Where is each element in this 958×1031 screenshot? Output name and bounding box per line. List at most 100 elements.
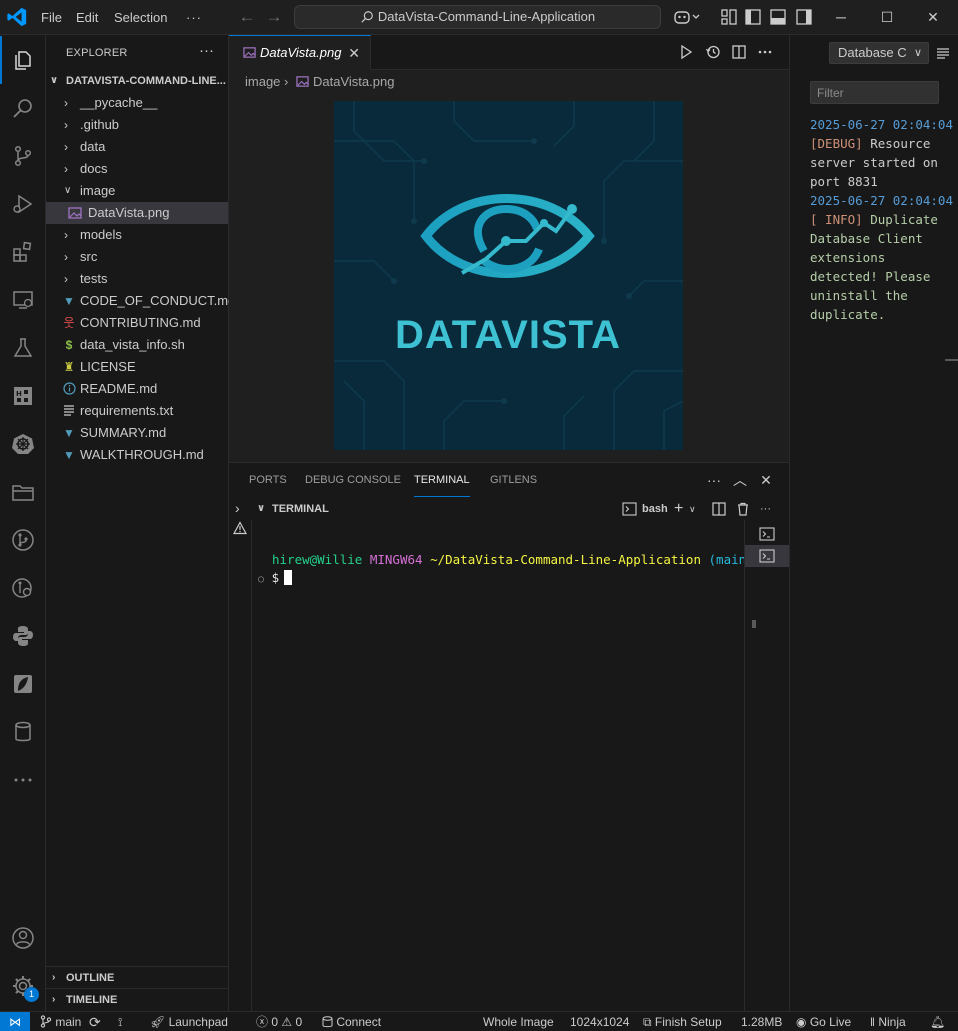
maximize-icon[interactable]: ☐ xyxy=(864,0,910,35)
database-client-icon[interactable] xyxy=(0,708,46,756)
shell-name[interactable]: bash xyxy=(642,498,668,520)
timeline-section[interactable]: › TIMELINE xyxy=(46,988,229,1010)
go-live-status[interactable]: ◉ Go Live xyxy=(796,1012,851,1031)
tree-item-tests[interactable]: › tests xyxy=(46,268,228,290)
launchpad-status[interactable]: 🚀︎ Launchpad xyxy=(150,1012,228,1031)
explorer-icon[interactable] xyxy=(0,36,46,84)
testing-icon[interactable] xyxy=(0,324,46,372)
timeline-history-icon[interactable] xyxy=(705,44,721,60)
menu-file[interactable]: File xyxy=(39,0,64,35)
toggle-panel-icon[interactable] xyxy=(769,8,787,26)
terminal-more-icon[interactable]: ··· xyxy=(760,498,771,520)
tree-item-license[interactable]: ♜ LICENSE xyxy=(46,356,228,378)
docker-icon[interactable]: H xyxy=(0,372,46,420)
close-window-icon[interactable]: ✕ xyxy=(910,0,956,35)
chevron-right-icon[interactable]: › xyxy=(235,500,240,516)
warning-icon[interactable] xyxy=(233,521,247,535)
ninja-status[interactable]: ǁ Ninja xyxy=(870,1012,906,1031)
tab-datavista-png[interactable]: DataVista.png ✕ xyxy=(229,35,371,70)
close-panel-icon[interactable]: ✕ xyxy=(758,472,774,488)
tab-gitlens[interactable]: GITLENS xyxy=(490,463,537,497)
terminal-output[interactable]: hirew@Willie MINGW64 ~/DataVista-Command… xyxy=(251,520,756,1012)
tree-item-datavista-png[interactable]: DataVista.png xyxy=(46,202,228,224)
tree-item-contributing[interactable]: 웃 CONTRIBUTING.md xyxy=(46,312,228,334)
vscode-logo-icon[interactable] xyxy=(6,6,28,28)
menu-more-icon[interactable]: ··· xyxy=(184,0,204,35)
terminal-instance-1[interactable] xyxy=(745,523,789,545)
remote-explorer-icon[interactable] xyxy=(0,276,46,324)
toggle-secondary-sidebar-icon[interactable] xyxy=(795,8,813,26)
new-terminal-plus-icon[interactable]: + xyxy=(674,498,683,520)
output-channel-select[interactable]: Database C ∨ xyxy=(829,42,929,64)
branch-status[interactable]: main xyxy=(40,1012,81,1031)
tab-debug-console[interactable]: DEBUG CONSOLE xyxy=(305,463,401,497)
output-filter-input[interactable] xyxy=(810,81,939,104)
finish-setup-status[interactable]: ⧉ Finish Setup xyxy=(643,1012,722,1031)
gitlens-inspect-icon[interactable] xyxy=(0,564,46,612)
problems-status[interactable]: ⓧ 0 ⚠ 0 xyxy=(256,1012,302,1031)
more-views-icon[interactable] xyxy=(0,756,46,804)
gitlens-icon[interactable] xyxy=(0,516,46,564)
workspace-root[interactable]: ∨ DATAVISTA-COMMAND-LINE... xyxy=(46,70,229,92)
maximize-panel-chevron-up-icon[interactable]: ︿ xyxy=(732,472,748,488)
chevron-down-icon[interactable]: ∨ xyxy=(257,498,265,520)
terminal-instance-2[interactable] xyxy=(745,545,789,567)
tree-item-label: README.md xyxy=(80,381,158,396)
panel-more-icon[interactable]: ··· xyxy=(706,472,722,488)
close-tab-icon[interactable]: ✕ xyxy=(348,36,360,70)
chevron-down-icon[interactable]: ∨ xyxy=(689,498,696,520)
tree-item-data[interactable]: › data xyxy=(46,136,228,158)
image-zoom-mode[interactable]: Whole Image xyxy=(483,1012,554,1031)
folders-icon[interactable] xyxy=(0,468,46,516)
output-scrollbar[interactable] xyxy=(945,359,958,361)
tree-item-requirements[interactable]: requirements.txt xyxy=(46,400,228,422)
tree-item-code-of-conduct[interactable]: ▼ CODE_OF_CONDUCT.md xyxy=(46,290,235,312)
split-editor-icon[interactable] xyxy=(731,44,747,60)
breadcrumb-file[interactable]: DataVista.png xyxy=(313,74,394,89)
mongodb-leaf-icon[interactable] xyxy=(0,660,46,708)
breadcrumb-folder[interactable]: image xyxy=(245,74,280,89)
list-filter-icon[interactable] xyxy=(936,46,950,60)
explorer-more-icon[interactable]: ··· xyxy=(199,42,214,59)
layout-customize-icon[interactable] xyxy=(720,8,738,26)
tree-item-image[interactable]: ∨ image xyxy=(46,180,228,202)
search-view-icon[interactable] xyxy=(0,84,46,132)
tree-item-walkthrough[interactable]: ▼ WALKTHROUGH.md xyxy=(46,444,228,466)
forward-arrow-icon[interactable]: → xyxy=(263,6,285,28)
accounts-icon[interactable] xyxy=(0,914,46,962)
tree-item-summary[interactable]: ▼ SUMMARY.md xyxy=(46,422,228,444)
tree-item-readme[interactable]: README.md xyxy=(46,378,228,400)
trash-icon[interactable] xyxy=(736,502,750,516)
run-debug-icon[interactable] xyxy=(0,180,46,228)
connect-status[interactable]: Connect xyxy=(322,1012,381,1031)
editor-more-icon[interactable] xyxy=(757,44,773,60)
split-terminal-icon[interactable] xyxy=(712,502,726,516)
sync-icon[interactable]: ⟳ xyxy=(89,1012,101,1031)
tree-item-pycache[interactable]: › __pycache__ xyxy=(46,92,228,114)
kubernetes-icon[interactable] xyxy=(0,420,46,468)
menu-edit[interactable]: Edit xyxy=(74,0,100,35)
tab-ports[interactable]: PORTS xyxy=(249,463,287,497)
manage-gear-icon[interactable] xyxy=(0,962,46,1010)
outline-section[interactable]: › OUTLINE xyxy=(46,966,229,988)
chevron-right-icon: › xyxy=(64,228,68,242)
menu-selection[interactable]: Selection xyxy=(112,0,169,35)
toggle-primary-sidebar-icon[interactable] xyxy=(744,8,762,26)
extensions-icon[interactable] xyxy=(0,228,46,276)
git-graph-icon[interactable]: ⟟ xyxy=(118,1012,122,1031)
tab-terminal[interactable]: TERMINAL xyxy=(414,463,470,497)
tree-item-models[interactable]: › models xyxy=(46,224,228,246)
remote-indicator-icon[interactable]: ⋈ xyxy=(0,1012,30,1031)
python-icon[interactable] xyxy=(0,612,46,660)
copilot-icon[interactable] xyxy=(674,8,702,26)
tree-item-shell-script[interactable]: $ data_vista_info.sh xyxy=(46,334,228,356)
tree-item-src[interactable]: › src xyxy=(46,246,228,268)
back-arrow-icon[interactable]: ← xyxy=(236,6,258,28)
tree-item-github[interactable]: › .github xyxy=(46,114,228,136)
command-center-search[interactable]: DataVista-Command-Line-Application xyxy=(294,5,661,29)
run-icon[interactable] xyxy=(678,44,694,60)
minimize-icon[interactable]: ─ xyxy=(818,0,864,35)
tree-item-docs[interactable]: › docs xyxy=(46,158,228,180)
notifications-bell-icon[interactable]: 🔔︎ xyxy=(930,1012,945,1031)
source-control-icon[interactable] xyxy=(0,132,46,180)
